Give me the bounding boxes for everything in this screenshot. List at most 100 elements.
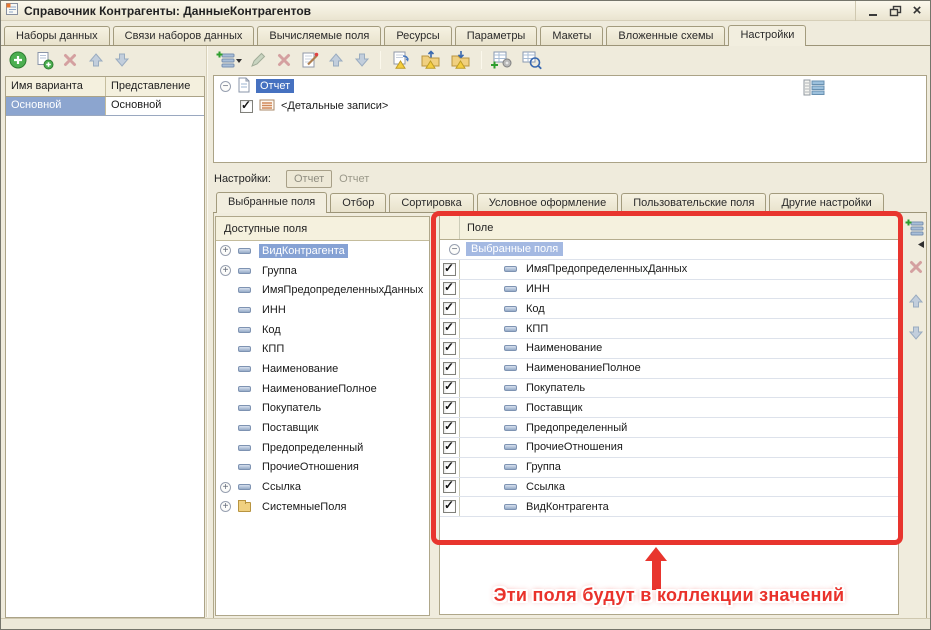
selected-field-label[interactable]: НаименованиеПолное (526, 362, 641, 374)
open-composition-button[interactable] (519, 49, 545, 70)
selected-field-label[interactable]: Код (526, 303, 545, 315)
expand-icon[interactable] (220, 501, 231, 512)
field-checkbox[interactable] (443, 322, 456, 335)
main-tab[interactable]: Вложенные схемы (606, 26, 725, 45)
selected-field-row[interactable]: ВидКонтрагента (440, 497, 898, 517)
expand-icon[interactable] (220, 482, 231, 493)
selected-field-row[interactable]: ИНН (440, 280, 898, 300)
main-tab[interactable]: Вычисляемые поля (257, 26, 381, 45)
field-checkbox[interactable] (443, 282, 456, 295)
copy-variant-button[interactable] (33, 49, 55, 70)
move-field-up-button[interactable] (905, 290, 927, 311)
available-field-row[interactable]: НаименованиеПолное (216, 379, 429, 399)
available-field-row[interactable]: Группа (216, 261, 429, 281)
add-variant-button[interactable] (7, 49, 29, 70)
selected-field-row[interactable]: Поставщик (440, 398, 898, 418)
selected-field-label[interactable]: Предопределенный (526, 422, 627, 434)
settings-tab[interactable]: Отбор (330, 193, 386, 212)
selected-field-row[interactable]: Предопределенный (440, 418, 898, 438)
tree-child-row[interactable]: ✓ <Детальные записи> (214, 96, 926, 116)
available-field-label[interactable]: Ссылка (259, 480, 304, 494)
available-field-row[interactable]: КПП (216, 339, 429, 359)
minimize-button[interactable] (864, 3, 882, 19)
selected-field-row[interactable]: Наименование (440, 339, 898, 359)
add-field-dropdown-icon[interactable] (918, 239, 924, 251)
settings-tab[interactable]: Выбранные поля (216, 192, 327, 213)
available-field-label[interactable]: СистемныеПоля (259, 500, 349, 514)
available-field-label[interactable]: Наименование (259, 362, 341, 376)
variant-name-column-header[interactable]: Имя варианта (6, 77, 106, 96)
variant-name-cell[interactable]: Основной (6, 97, 106, 115)
selected-fields-group-label[interactable]: Выбранные поля (466, 242, 563, 256)
available-field-label[interactable]: ИНН (259, 303, 289, 317)
available-field-row[interactable]: Покупатель (216, 399, 429, 419)
field-checkbox[interactable] (443, 342, 456, 355)
available-field-label[interactable]: ИмяПредопределенныхДанных (259, 283, 426, 297)
selected-field-label[interactable]: Ссылка (526, 481, 565, 493)
selected-field-label[interactable]: ИНН (526, 283, 550, 295)
field-checkbox[interactable] (443, 421, 456, 434)
field-checkbox[interactable] (443, 362, 456, 375)
main-tab[interactable]: Ресурсы (384, 26, 451, 45)
move-field-down-button[interactable] (905, 322, 927, 343)
available-field-row[interactable]: Поставщик (216, 418, 429, 438)
field-checkbox[interactable] (443, 302, 456, 315)
available-field-label[interactable]: Группа (259, 264, 300, 278)
available-field-row[interactable]: Предопределенный (216, 438, 429, 458)
selected-field-row[interactable]: Ссылка (440, 478, 898, 498)
available-field-label[interactable]: ВидКонтрагента (259, 244, 348, 258)
expand-icon[interactable] (220, 245, 231, 256)
restore-button[interactable] (886, 3, 904, 19)
settings-tab[interactable]: Условное оформление (477, 193, 618, 212)
available-field-row[interactable]: ИНН (216, 300, 429, 320)
selected-field-label[interactable]: КПП (526, 323, 548, 335)
close-button[interactable]: × (908, 3, 926, 19)
save-settings-button[interactable] (448, 49, 474, 70)
collapse-icon[interactable] (449, 244, 460, 255)
field-checkbox[interactable] (443, 480, 456, 493)
selected-field-label[interactable]: Наименование (526, 342, 602, 354)
available-field-label[interactable]: Код (259, 323, 284, 337)
delete-structure-item-button[interactable] (273, 49, 295, 70)
add-field-button[interactable] (905, 217, 927, 238)
field-checkbox[interactable] (443, 500, 456, 513)
add-structure-item-button[interactable] (215, 49, 243, 70)
move-variant-up-button[interactable] (85, 49, 107, 70)
selected-field-label[interactable]: ПрочиеОтношения (526, 441, 623, 453)
selected-field-row[interactable]: Код (440, 299, 898, 319)
settings-wizard-button[interactable] (299, 49, 321, 70)
available-field-row[interactable]: ИмяПредопределенныхДанных (216, 280, 429, 300)
field-checkbox[interactable] (443, 461, 456, 474)
main-tab[interactable]: Настройки (728, 25, 806, 46)
selected-field-label[interactable]: Поставщик (526, 402, 582, 414)
available-field-row[interactable]: Ссылка (216, 477, 429, 497)
panel-splitter[interactable] (206, 46, 208, 617)
variant-presentation-cell[interactable]: Основной (106, 97, 204, 115)
selected-field-row[interactable]: ПрочиеОтношения (440, 438, 898, 458)
selected-fields-group-row[interactable]: Выбранные поля (440, 240, 898, 260)
new-composition-button[interactable] (489, 49, 515, 70)
available-field-label[interactable]: Покупатель (259, 401, 324, 415)
detail-records-checkbox[interactable]: ✓ (240, 100, 253, 113)
field-checkbox[interactable] (443, 263, 456, 276)
main-tab[interactable]: Связи наборов данных (113, 26, 255, 45)
selected-field-label[interactable]: ВидКонтрагента (526, 501, 609, 513)
available-field-row[interactable]: ВидКонтрагента (216, 241, 429, 261)
available-field-row[interactable]: Код (216, 320, 429, 340)
variant-row[interactable]: Основной Основной (6, 97, 204, 116)
edit-structure-item-button[interactable] (247, 49, 269, 70)
selected-field-row[interactable]: НаименованиеПолное (440, 359, 898, 379)
settings-tab[interactable]: Пользовательские поля (621, 193, 766, 212)
field-checkbox[interactable] (443, 401, 456, 414)
selected-field-label[interactable]: Группа (526, 461, 561, 473)
settings-tab[interactable]: Другие настройки (769, 193, 883, 212)
main-tab[interactable]: Параметры (455, 26, 538, 45)
available-field-row[interactable]: ПрочиеОтношения (216, 458, 429, 478)
selected-field-row[interactable]: КПП (440, 319, 898, 339)
selected-field-row[interactable]: Группа (440, 458, 898, 478)
selected-field-row[interactable]: Покупатель (440, 379, 898, 399)
available-field-label[interactable]: Поставщик (259, 421, 321, 435)
settings-tab[interactable]: Сортировка (389, 193, 473, 212)
available-field-label[interactable]: Предопределенный (259, 441, 366, 455)
selected-field-label[interactable]: Покупатель (526, 382, 585, 394)
